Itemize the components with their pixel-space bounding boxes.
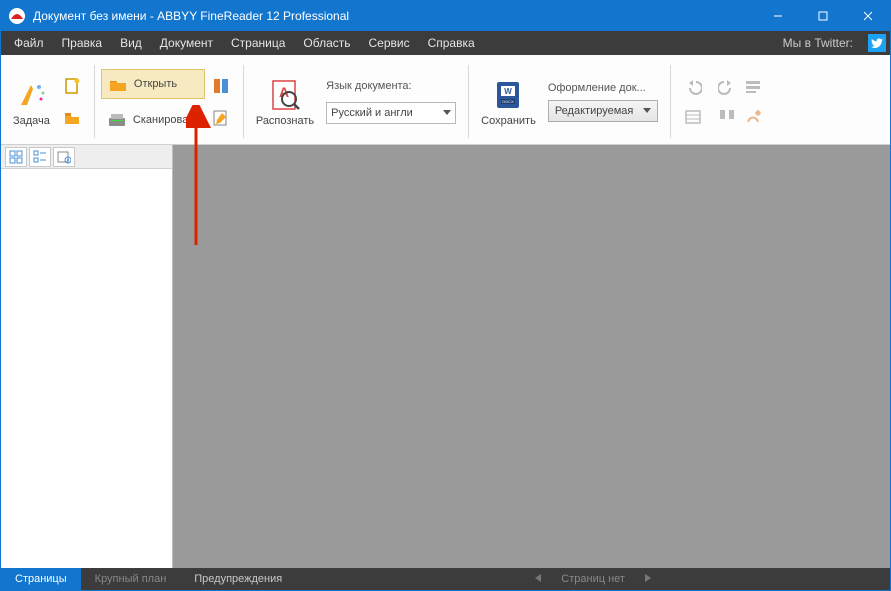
status-tab-pages[interactable]: Страницы: [1, 568, 81, 590]
find-button[interactable]: [717, 107, 737, 127]
edit-page-button[interactable]: [209, 106, 233, 130]
scan-button[interactable]: Сканировать: [101, 105, 205, 135]
prev-page-button[interactable]: [533, 573, 543, 586]
page-layout-button[interactable]: [209, 74, 233, 98]
page-status: Страниц нет: [561, 573, 625, 585]
menu-area[interactable]: Область: [294, 31, 359, 55]
layout-label: Оформление док...: [548, 82, 658, 94]
redo-button[interactable]: [717, 77, 737, 97]
menu-file[interactable]: Файл: [5, 31, 53, 55]
titlebar: Документ без имени - ABBYY FineReader 12…: [1, 1, 890, 31]
menu-view[interactable]: Вид: [111, 31, 151, 55]
statusbar: Страницы Крупный план Предупреждения Стр…: [1, 568, 890, 590]
menu-help[interactable]: Справка: [419, 31, 484, 55]
language-value: Русский и англи: [331, 107, 413, 119]
thumbnails-view-button[interactable]: [5, 147, 27, 167]
pages-panel: [1, 145, 173, 568]
new-doc-button[interactable]: [60, 74, 84, 98]
workspace: [1, 145, 890, 568]
right-tools: [677, 59, 743, 144]
menubar: Файл Правка Вид Документ Страница Област…: [1, 31, 890, 55]
open-label: Открыть: [134, 78, 177, 90]
open-button[interactable]: Открыть: [101, 69, 205, 99]
save-label: Сохранить: [481, 115, 536, 127]
panel-settings-button[interactable]: [53, 147, 75, 167]
language-label: Язык документа:: [326, 80, 456, 92]
menu-service[interactable]: Сервис: [360, 31, 419, 55]
window-controls: [755, 1, 890, 31]
document-canvas[interactable]: [173, 145, 890, 568]
ribbon: Задача Открыть Сканировать A: [1, 55, 890, 145]
status-tab-warnings[interactable]: Предупреждения: [180, 568, 296, 590]
layout-block: Оформление док... Редактируемая: [542, 59, 664, 144]
task-label: Задача: [13, 115, 50, 127]
maximize-button[interactable]: [800, 1, 845, 31]
small-tools-2: [205, 59, 237, 144]
menu-page[interactable]: Страница: [222, 31, 294, 55]
language-block: Язык документа: Русский и англи: [320, 59, 462, 144]
svg-text:DOCX: DOCX: [503, 99, 515, 104]
area-tool-button[interactable]: [683, 107, 703, 127]
menu-edit[interactable]: Правка: [53, 31, 112, 55]
task-button[interactable]: Задача: [7, 59, 56, 144]
pages-toolbar: [1, 145, 172, 169]
options-button[interactable]: [743, 77, 763, 97]
details-view-button[interactable]: [29, 147, 51, 167]
svg-text:W: W: [505, 87, 513, 96]
language-select[interactable]: Русский и англи: [326, 102, 456, 124]
recognize-button[interactable]: A Распознать: [250, 59, 320, 144]
folder-open-icon: [108, 74, 128, 94]
open-scan-group: Открыть Сканировать: [101, 59, 205, 144]
minimize-button[interactable]: [755, 1, 800, 31]
window-title: Документ без имени - ABBYY FineReader 12…: [33, 9, 755, 23]
close-button[interactable]: [845, 1, 890, 31]
save-button[interactable]: W DOCX Сохранить: [475, 59, 542, 144]
undo-button[interactable]: [683, 77, 703, 97]
settings-button[interactable]: [743, 107, 763, 127]
status-tab-zoom[interactable]: Крупный план: [81, 568, 181, 590]
layout-select[interactable]: Редактируемая: [548, 100, 658, 122]
app-icon: [7, 6, 27, 26]
open-doc-button[interactable]: [60, 106, 84, 130]
scan-label: Сканировать: [133, 114, 199, 126]
pages-list[interactable]: [1, 169, 172, 568]
chevron-down-icon: [443, 110, 451, 115]
right-tools-2: [743, 59, 769, 144]
page-navigator: Страниц нет: [296, 573, 890, 586]
app-window: Документ без имени - ABBYY FineReader 12…: [0, 0, 891, 591]
chevron-down-icon: [643, 108, 651, 113]
scanner-icon: [107, 110, 127, 130]
next-page-button[interactable]: [643, 573, 653, 586]
menu-document[interactable]: Документ: [151, 31, 222, 55]
twitter-icon[interactable]: [868, 34, 886, 52]
layout-value: Редактируемая: [555, 105, 634, 117]
twitter-label: Мы в Twitter:: [774, 31, 862, 55]
small-tools-1: [56, 59, 88, 144]
recognize-label: Распознать: [256, 115, 314, 127]
